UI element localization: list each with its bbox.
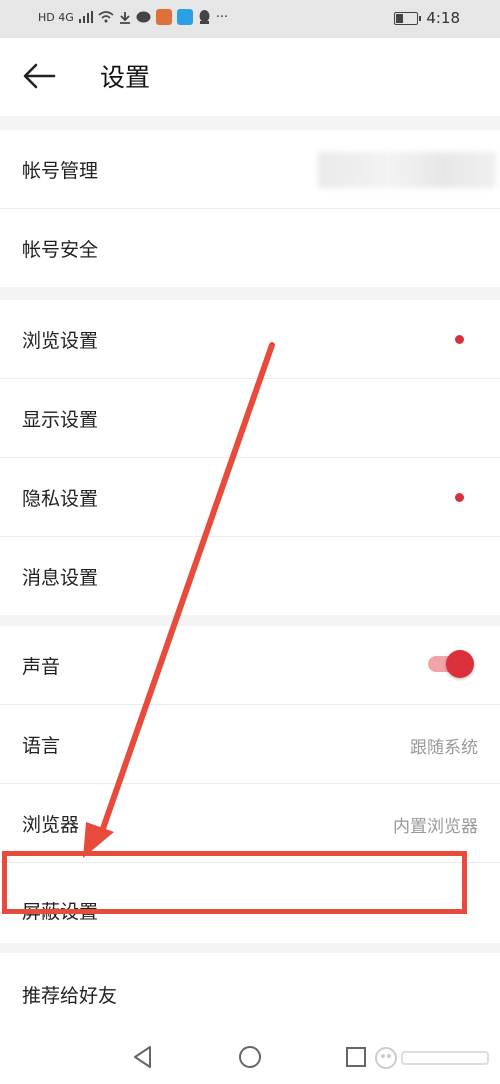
red-dot-badge (455, 335, 464, 344)
status-bar: HD 4G ··· 4:18 (0, 0, 500, 38)
account-management-item[interactable]: 帐号管理 (0, 130, 500, 209)
toggle-knob (446, 650, 474, 678)
download-icon (119, 11, 130, 24)
signal-icon (78, 11, 93, 23)
privacy-settings-item[interactable]: 隐私设置 (0, 458, 500, 537)
item-label: 隐私设置 (22, 488, 99, 510)
search-app-icon (176, 9, 193, 25)
account-security-item[interactable]: 帐号安全 (0, 209, 500, 287)
clock: 4:18 (426, 9, 460, 27)
language-value: 跟随系统 (410, 738, 478, 758)
recommend-to-friends-item[interactable]: 推荐给好友 (0, 953, 500, 1030)
share-group: 推荐给好友 (0, 953, 500, 1030)
wifi-icon (98, 11, 114, 23)
sound-toggle[interactable] (426, 650, 474, 678)
item-label: 帐号管理 (22, 160, 99, 182)
app-notification-icon (155, 9, 172, 25)
general-settings-group: 浏览设置 显示设置 隐私设置 消息设置 (0, 300, 500, 615)
browser-value: 内置浏览器 (393, 817, 478, 837)
item-label: 显示设置 (22, 409, 99, 431)
recents-square-icon[interactable] (343, 1044, 369, 1070)
back-triangle-icon[interactable] (130, 1044, 156, 1070)
chat-icon (136, 11, 151, 22)
status-icons: HD 4G ··· (38, 9, 228, 25)
account-group: 帐号管理 帐号安全 (0, 130, 500, 287)
home-circle-icon[interactable] (237, 1044, 263, 1070)
message-settings-item[interactable]: 消息设置 (0, 537, 500, 615)
battery-icon (394, 11, 422, 25)
page-title: 设置 (100, 63, 151, 92)
baidu-jingyan-watermark-icon (375, 1047, 489, 1069)
back-arrow-icon[interactable] (22, 62, 56, 90)
penguin-icon (199, 10, 210, 24)
annotation-highlight-box (2, 851, 467, 914)
item-label: 帐号安全 (22, 239, 99, 261)
app-bar: 设置 (0, 38, 500, 116)
language-item[interactable]: 语言 跟随系统 (0, 705, 500, 784)
item-label: 声音 (22, 656, 61, 678)
item-label: 语言 (22, 735, 61, 757)
browse-settings-item[interactable]: 浏览设置 (0, 300, 500, 379)
item-label: 消息设置 (22, 567, 99, 589)
item-label: 浏览设置 (22, 330, 99, 352)
display-settings-item[interactable]: 显示设置 (0, 379, 500, 458)
more-notifications-icon: ··· (215, 9, 229, 25)
item-label: 推荐给好友 (22, 985, 118, 1007)
network-label: HD 4G (38, 10, 74, 24)
red-dot-badge (455, 493, 464, 502)
account-value-blurred (318, 152, 496, 188)
sound-item[interactable]: 声音 (0, 626, 500, 705)
item-label: 浏览器 (22, 814, 80, 836)
